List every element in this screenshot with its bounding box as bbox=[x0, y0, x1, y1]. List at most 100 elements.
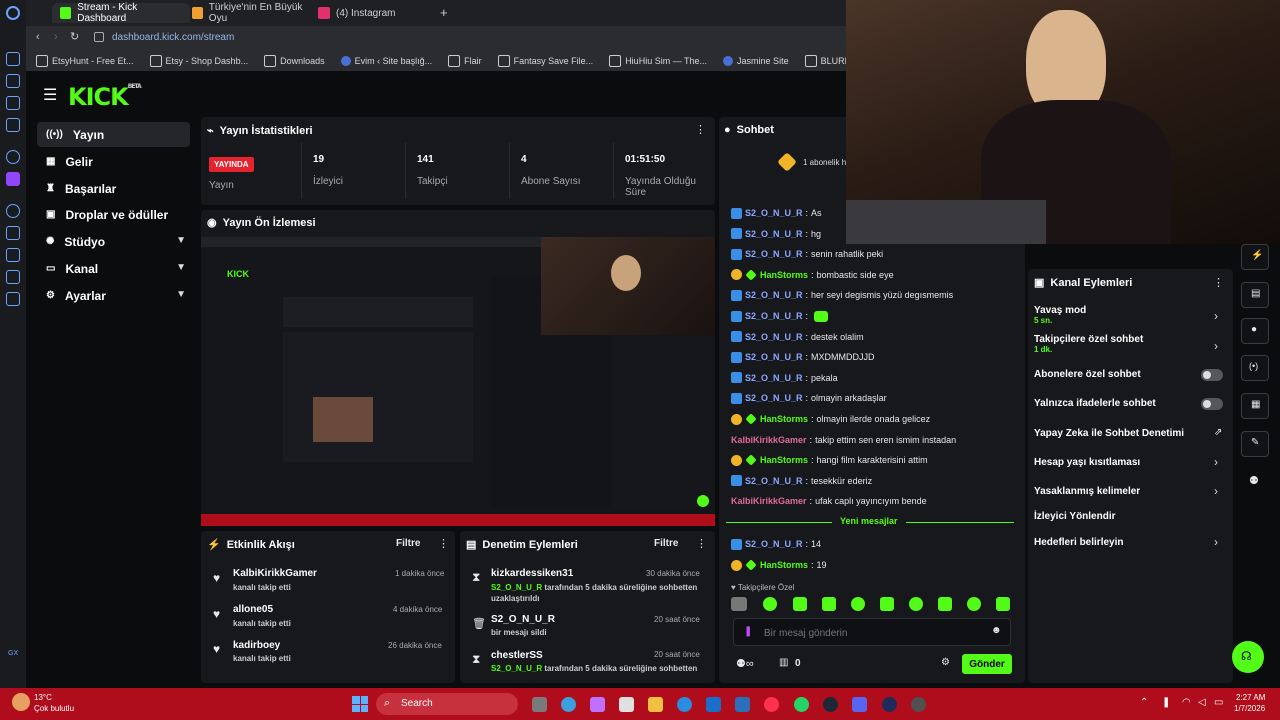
back-icon[interactable]: ‹ bbox=[36, 31, 40, 43]
task-view-icon[interactable] bbox=[532, 697, 547, 712]
chat-message[interactable]: KalbiKirikkGamer: ufak caplı yayıncıyım b… bbox=[731, 494, 927, 508]
chat-message[interactable]: S2_O_N_U_R: olmayin arkadaşlar bbox=[731, 391, 887, 405]
stream-preview-video[interactable]: KICK bbox=[201, 237, 715, 526]
outlook-icon[interactable] bbox=[706, 697, 721, 712]
rail-icon[interactable] bbox=[6, 248, 20, 262]
emote-icon[interactable] bbox=[938, 597, 952, 611]
rail-icon[interactable] bbox=[6, 226, 20, 240]
chat-username[interactable]: HanStorms bbox=[760, 414, 808, 424]
bookmark-evim[interactable]: Evim ‹ Site başlığ... bbox=[333, 55, 441, 66]
chat-username[interactable]: HanStorms bbox=[760, 455, 808, 465]
chat-username[interactable]: S2_O_N_U_R bbox=[745, 393, 803, 403]
twitch-icon[interactable] bbox=[6, 172, 20, 186]
sidebar-item-droplar[interactable]: ▣ Droplar ve ödüller bbox=[37, 202, 190, 227]
more-icon[interactable]: ⋮ bbox=[695, 123, 706, 136]
bookmark-etsy[interactable]: Etsy - Shop Dashb... bbox=[142, 54, 257, 67]
clock-time[interactable]: 2:27 AM bbox=[1236, 693, 1265, 702]
chat-message[interactable]: S2_O_N_U_R: As bbox=[731, 206, 822, 220]
weather-icon[interactable] bbox=[12, 693, 30, 711]
taskbar-search[interactable]: ⌕ Search bbox=[376, 693, 518, 715]
chat-message[interactable]: S2_O_N_U_R: her seyi degismis yüzü degısm… bbox=[731, 288, 953, 302]
tray-chevron-icon[interactable]: ⌃ bbox=[1140, 697, 1148, 708]
gx-icon[interactable]: GX bbox=[8, 650, 18, 657]
chat-username[interactable]: S2_O_N_U_R bbox=[745, 539, 803, 549]
url-bar[interactable]: dashboard.kick.com/stream bbox=[112, 32, 234, 43]
chat-message[interactable]: S2_O_N_U_R: senin rahatlik peki bbox=[731, 247, 883, 261]
emote-icon[interactable] bbox=[793, 597, 807, 611]
emote-icon[interactable] bbox=[763, 597, 777, 611]
microphone-icon[interactable]: ❚ bbox=[744, 626, 752, 637]
emoji-icon[interactable]: ☻ bbox=[991, 625, 1002, 636]
wifi-icon[interactable]: ◠ bbox=[1182, 697, 1191, 708]
chat-message[interactable]: HanStorms: olmayin ilerde onada gelicez bbox=[731, 412, 930, 426]
rail-icon[interactable] bbox=[6, 204, 20, 218]
chat-message-input[interactable] bbox=[762, 623, 986, 643]
file-explorer-icon[interactable] bbox=[648, 697, 663, 712]
chat-username[interactable]: S2_O_N_U_R bbox=[745, 208, 803, 218]
action-account-age[interactable]: Hesap yaşı kısıtlaması bbox=[1034, 457, 1140, 468]
chat-message[interactable]: HanStorms: hangi film karakterisini attim bbox=[731, 453, 928, 467]
more-icon[interactable]: ⋮ bbox=[1213, 276, 1224, 289]
mod-target-user[interactable]: S2_O_N_U_R bbox=[491, 614, 555, 625]
tab-turkish-site[interactable]: Türkiye'nin En Büyük Oyu bbox=[184, 2, 320, 24]
windows-start-icon[interactable] bbox=[352, 696, 368, 712]
emote-icon[interactable] bbox=[731, 597, 747, 611]
share-icon[interactable]: ⚉ bbox=[1249, 474, 1259, 487]
obs-icon[interactable] bbox=[882, 697, 897, 712]
action-redirect-viewers[interactable]: İzleyici Yönlendir bbox=[1034, 511, 1116, 522]
quick-action-layout-button[interactable]: ▦ bbox=[1241, 393, 1269, 419]
action-follower-chat[interactable]: Takipçilere özel sohbet 1 dk. bbox=[1034, 334, 1143, 354]
chevron-right-icon[interactable]: › bbox=[1214, 309, 1218, 323]
discord-icon[interactable] bbox=[852, 697, 867, 712]
chat-message[interactable]: S2_O_N_U_R: MXDMMDDJJD bbox=[731, 350, 875, 364]
rail-icon[interactable] bbox=[6, 270, 20, 284]
activity-user[interactable]: KalbiKirikkGamer bbox=[233, 568, 317, 579]
chat-message[interactable]: S2_O_N_U_R:14 bbox=[731, 537, 821, 551]
tab-instagram[interactable]: (4) Instagram bbox=[310, 3, 436, 23]
mod-target-user[interactable]: chestlerSS bbox=[491, 650, 543, 661]
chevron-right-icon[interactable]: › bbox=[1214, 535, 1218, 549]
chat-username[interactable]: S2_O_N_U_R bbox=[745, 373, 803, 383]
emote-icon[interactable] bbox=[851, 597, 865, 611]
moderation-filter-button[interactable]: Filtre bbox=[654, 538, 678, 549]
emote-icon[interactable] bbox=[996, 597, 1010, 611]
kick-logo[interactable]: KICKBETA bbox=[68, 83, 142, 111]
chat-username[interactable]: KalbiKirikkGamer bbox=[731, 496, 807, 506]
action-ai-moderation[interactable]: Yapay Zeka ile Sohbet Denetimi bbox=[1034, 428, 1184, 439]
quick-action-broadcast-button[interactable]: (•) bbox=[1241, 355, 1269, 381]
chat-username[interactable]: S2_O_N_U_R bbox=[745, 290, 803, 300]
tab-kick-dashboard[interactable]: Stream - Kick Dashboard bbox=[52, 2, 190, 24]
chat-message[interactable]: S2_O_N_U_R: destek olalim bbox=[731, 330, 864, 344]
sidebar-item-basarilar[interactable]: ♜ Başarılar bbox=[37, 176, 190, 201]
settings-icon[interactable]: ⚙ bbox=[941, 657, 950, 668]
bookmark-flair[interactable]: Flair bbox=[440, 54, 490, 67]
app-icon[interactable] bbox=[911, 697, 926, 712]
chat-message[interactable]: S2_O_N_U_R: tesekkür ederiz bbox=[731, 474, 872, 488]
chat-username[interactable]: S2_O_N_U_R bbox=[745, 311, 803, 321]
gift-icon[interactable]: ▥ bbox=[779, 657, 788, 668]
chat-message[interactable]: HanStorms:19 bbox=[731, 558, 827, 572]
more-icon[interactable]: ⋮ bbox=[696, 537, 707, 550]
microphone-icon[interactable]: ❚ bbox=[1162, 697, 1170, 708]
quick-action-chat-button[interactable]: ● bbox=[1241, 318, 1269, 344]
users-icon[interactable]: ⚉∞ bbox=[736, 657, 754, 670]
store-icon[interactable] bbox=[619, 697, 634, 712]
whatsapp-icon[interactable] bbox=[794, 697, 809, 712]
chat-username[interactable]: HanStorms bbox=[760, 560, 808, 570]
clock-date[interactable]: 1/7/2026 bbox=[1234, 704, 1265, 713]
chat-username[interactable]: S2_O_N_U_R bbox=[745, 249, 803, 259]
steam-icon[interactable] bbox=[823, 697, 838, 712]
mod-target-user[interactable]: kizkardessiken31 bbox=[491, 568, 573, 579]
help-button[interactable]: ☊ bbox=[1232, 641, 1264, 673]
more-icon[interactable]: ⋮ bbox=[438, 537, 449, 550]
sidebar-item-gelir[interactable]: ▦ Gelir bbox=[37, 149, 190, 174]
chat-username[interactable]: S2_O_N_U_R bbox=[745, 476, 803, 486]
activity-filter-button[interactable]: Filtre bbox=[396, 538, 420, 549]
emote-icon[interactable] bbox=[909, 597, 923, 611]
chat-username[interactable]: S2_O_N_U_R bbox=[745, 332, 803, 342]
action-banned-words[interactable]: Yasaklanmış kelimeler bbox=[1034, 486, 1140, 497]
edge-icon[interactable] bbox=[561, 697, 576, 712]
chat-username[interactable]: KalbiKirikkGamer bbox=[731, 435, 807, 445]
rail-icon[interactable] bbox=[6, 96, 20, 110]
chat-username[interactable]: S2_O_N_U_R bbox=[745, 352, 803, 362]
